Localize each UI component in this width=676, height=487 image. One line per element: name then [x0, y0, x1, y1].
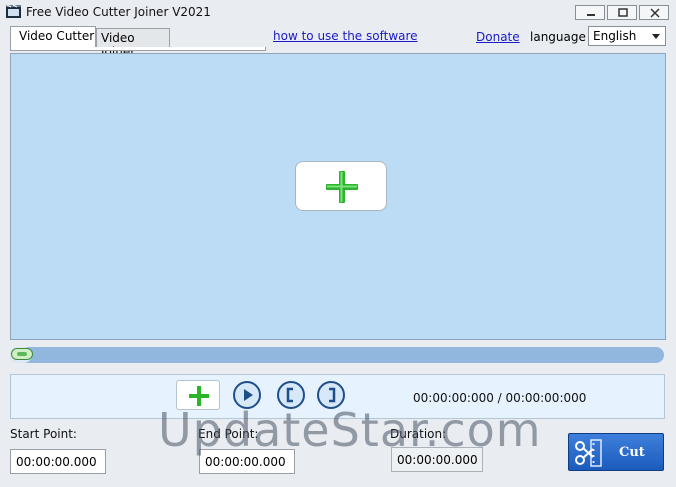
video-preview-area — [10, 53, 666, 340]
language-label: language — [530, 30, 586, 44]
add-video-button[interactable] — [295, 161, 387, 211]
add-file-button[interactable] — [176, 380, 220, 410]
close-button[interactable] — [639, 5, 669, 20]
maximize-button[interactable] — [607, 5, 637, 20]
plus-icon — [326, 171, 358, 203]
bracket-left-icon — [286, 387, 293, 403]
maximize-icon — [618, 8, 628, 17]
minimize-icon — [587, 14, 595, 16]
seek-thumb[interactable] — [11, 348, 33, 360]
language-select[interactable]: English — [588, 26, 666, 46]
play-button[interactable] — [233, 381, 261, 409]
plus-icon — [189, 386, 209, 406]
time-total: 00:00:00:000 — [505, 391, 587, 405]
start-point-input[interactable]: 00:00:00.000 — [10, 449, 106, 474]
end-point-label: End Point: — [198, 427, 259, 441]
time-separator: / — [497, 391, 502, 405]
window-title: Free Video Cutter Joiner V2021 — [26, 5, 211, 19]
bracket-right-icon — [329, 387, 336, 403]
end-point-input[interactable]: 00:00:00.000 — [199, 449, 295, 474]
cut-button[interactable]: Cut — [568, 433, 664, 471]
duration-label: Duration: — [390, 427, 447, 441]
title-bar: Free Video Cutter Joiner V2021 — [0, 0, 676, 26]
seek-bar[interactable] — [10, 347, 664, 363]
tab-video-joiner[interactable]: Video Joiner — [96, 28, 170, 59]
language-value: English — [593, 29, 637, 43]
scissors-film-icon — [575, 439, 602, 467]
chevron-down-icon — [652, 34, 660, 39]
play-icon — [244, 389, 253, 401]
donate-link[interactable]: Donate — [476, 30, 520, 44]
how-to-link[interactable]: how to use the software — [273, 29, 418, 43]
set-end-button[interactable] — [317, 381, 345, 409]
time-readout: 00:00:00:000 / 00:00:00:000 — [413, 391, 586, 405]
tab-video-cutter[interactable]: Video Cutter — [10, 26, 96, 48]
tab-strip — [10, 47, 266, 51]
time-current: 00:00:00:000 — [413, 391, 494, 405]
close-icon — [650, 8, 660, 18]
duration-field: 00:00:00.000 — [391, 447, 483, 472]
set-start-button[interactable] — [277, 381, 305, 409]
start-point-label: Start Point: — [10, 427, 77, 441]
tab-bar: Video Cutter Video Joiner — [10, 26, 266, 59]
minimize-button[interactable] — [575, 5, 605, 20]
film-app-icon — [6, 4, 21, 18]
cut-button-label: Cut — [619, 445, 645, 460]
control-panel: 00:00:00:000 / 00:00:00:000 — [10, 374, 665, 419]
